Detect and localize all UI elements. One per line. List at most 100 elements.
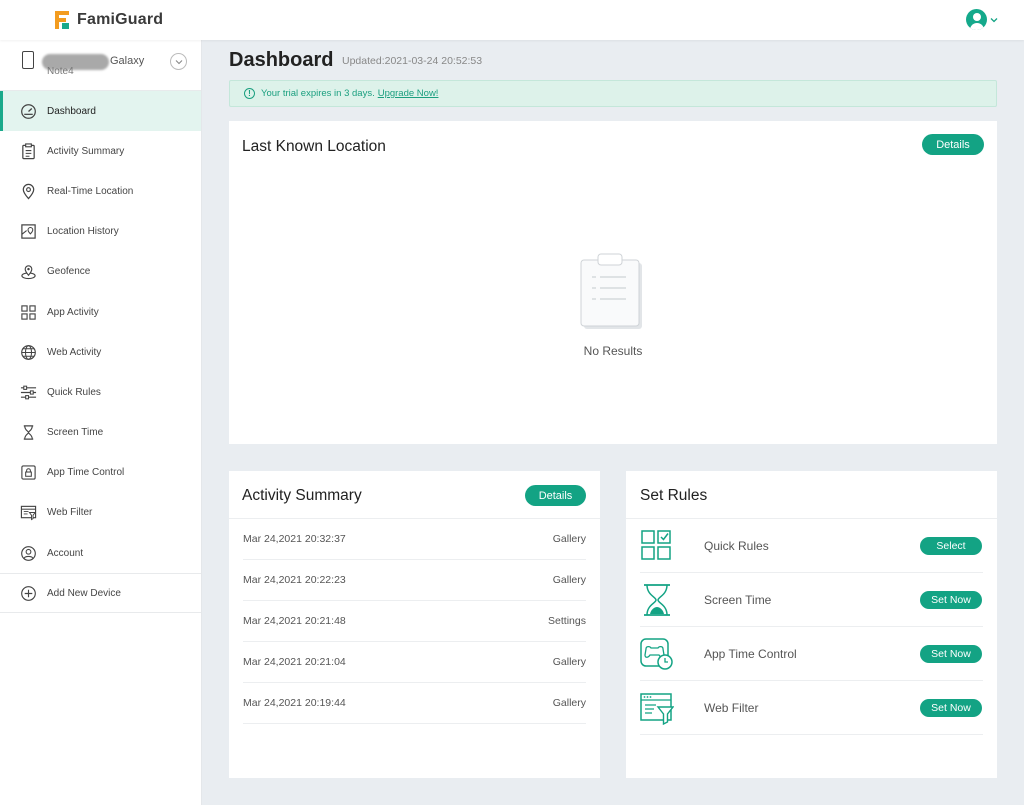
device-dropdown-toggle[interactable] bbox=[170, 53, 187, 70]
sidebar: Galaxy Note4 Dashboard Activity Summary … bbox=[0, 40, 202, 805]
app-grid-icon bbox=[20, 304, 37, 321]
trial-text: Your trial expires in 3 days. bbox=[261, 88, 375, 99]
activity-app: Gallery bbox=[552, 697, 586, 709]
web-filter-icon bbox=[20, 504, 37, 521]
rule-row-app-time-control: App Time Control Set Now bbox=[640, 627, 983, 681]
sidebar-item-label: Dashboard bbox=[47, 105, 96, 117]
top-bar: FamiGuard bbox=[0, 0, 1024, 40]
sidebar-item-label: Screen Time bbox=[47, 427, 104, 439]
sidebar-item-label: Account bbox=[47, 547, 84, 559]
sidebar-item-dashboard[interactable]: Dashboard bbox=[0, 91, 201, 132]
quick-rules-select-button[interactable]: Select bbox=[920, 537, 982, 555]
rule-label: Screen Time bbox=[704, 593, 772, 607]
activity-app: Settings bbox=[548, 615, 586, 627]
upgrade-now-link[interactable]: Upgrade Now! bbox=[378, 88, 439, 99]
set-rules-card: Set Rules Quick Rules Select Screen Time… bbox=[626, 471, 997, 778]
sidebar-nav: Dashboard Activity Summary Real-Time Loc… bbox=[0, 91, 201, 614]
sidebar-item-quick-rules[interactable]: Quick Rules bbox=[0, 372, 201, 412]
app-time-control-set-now-button[interactable]: Set Now bbox=[920, 645, 982, 663]
brand-name: FamiGuard bbox=[77, 11, 164, 28]
location-pin-icon bbox=[20, 183, 37, 200]
phone-icon bbox=[22, 51, 34, 69]
activity-app: Gallery bbox=[552, 574, 586, 586]
rule-label: App Time Control bbox=[704, 647, 797, 661]
screen-time-set-now-button[interactable]: Set Now bbox=[920, 591, 982, 609]
map-history-icon bbox=[20, 223, 37, 240]
sidebar-item-real-time-location[interactable]: Real-Time Location bbox=[0, 171, 201, 211]
sidebar-item-web-activity[interactable]: Web Activity bbox=[0, 332, 201, 372]
add-new-device-label: Add New Device bbox=[47, 587, 121, 599]
sidebar-item-app-activity[interactable]: App Activity bbox=[0, 292, 201, 332]
rule-row-quick-rules: Quick Rules Select bbox=[640, 519, 983, 573]
web-filter-icon bbox=[640, 693, 674, 725]
sidebar-item-account[interactable]: Account bbox=[0, 533, 201, 573]
sidebar-item-label: Web Filter bbox=[47, 507, 93, 519]
sidebar-item-label: Location History bbox=[47, 226, 119, 238]
user-avatar-icon[interactable] bbox=[966, 9, 987, 30]
chevron-down-icon[interactable] bbox=[990, 16, 998, 24]
sidebar-item-app-time-control[interactable]: App Time Control bbox=[0, 453, 201, 493]
sidebar-item-geofence[interactable]: Geofence bbox=[0, 252, 201, 292]
plus-circle-icon bbox=[20, 585, 37, 602]
table-row[interactable]: Mar 24,2021 20:21:48 Settings bbox=[243, 601, 586, 642]
globe-icon bbox=[20, 344, 37, 361]
table-row[interactable]: Mar 24,2021 20:21:04 Gallery bbox=[243, 642, 586, 683]
sidebar-item-label: Web Activity bbox=[47, 346, 102, 358]
famiguard-logo[interactable]: FamiGuard bbox=[53, 10, 163, 30]
app-time-control-icon bbox=[640, 638, 673, 670]
famiguard-logo-icon bbox=[55, 11, 69, 29]
geofence-icon bbox=[20, 263, 37, 280]
hourglass-icon bbox=[20, 424, 37, 441]
user-menu[interactable] bbox=[966, 9, 998, 30]
table-row[interactable]: Mar 24,2021 20:19:44 Gallery bbox=[243, 683, 586, 724]
rule-label: Web Filter bbox=[704, 701, 759, 715]
app-lock-icon bbox=[20, 464, 37, 481]
sidebar-item-activity-summary[interactable]: Activity Summary bbox=[0, 131, 201, 171]
hourglass-icon bbox=[644, 584, 670, 616]
empty-clipboard-icon bbox=[580, 253, 642, 329]
activity-time: Mar 24,2021 20:21:48 bbox=[243, 615, 346, 627]
device-model: Note4 bbox=[47, 66, 74, 77]
activity-summary-header: Activity Summary Details bbox=[229, 471, 600, 519]
clipboard-icon bbox=[20, 143, 37, 160]
add-new-device-button[interactable]: Add New Device bbox=[0, 573, 201, 614]
activity-time: Mar 24,2021 20:19:44 bbox=[243, 697, 346, 709]
sidebar-item-screen-time[interactable]: Screen Time bbox=[0, 413, 201, 453]
page-title: Dashboard bbox=[229, 49, 334, 71]
activity-app: Gallery bbox=[552, 656, 586, 668]
sidebar-item-label: App Activity bbox=[47, 306, 99, 318]
sidebar-item-label: App Time Control bbox=[47, 467, 125, 479]
sidebar-item-label: Real-Time Location bbox=[47, 185, 134, 197]
card-title: Set Rules bbox=[640, 487, 708, 504]
quick-rules-icon bbox=[641, 530, 671, 560]
no-results-text: No Results bbox=[583, 344, 643, 358]
web-filter-set-now-button[interactable]: Set Now bbox=[920, 699, 982, 717]
sidebar-item-label: Geofence bbox=[47, 266, 91, 278]
table-row[interactable]: Mar 24,2021 20:22:23 Gallery bbox=[243, 560, 586, 601]
activity-time: Mar 24,2021 20:22:23 bbox=[243, 574, 346, 586]
activity-app: Gallery bbox=[552, 533, 586, 545]
sidebar-item-web-filter[interactable]: Web Filter bbox=[0, 493, 201, 533]
updated-timestamp: Updated:2021-03-24 20:52:53 bbox=[342, 55, 483, 67]
activity-time: Mar 24,2021 20:21:04 bbox=[243, 656, 346, 668]
dashboard-gauge-icon bbox=[20, 103, 37, 120]
activity-time: Mar 24,2021 20:32:37 bbox=[243, 533, 346, 545]
device-name: Galaxy bbox=[110, 55, 145, 67]
device-selector[interactable]: Galaxy Note4 bbox=[0, 40, 201, 91]
activity-summary-card: Activity Summary Details Mar 24,2021 20:… bbox=[229, 471, 600, 778]
card-title: Last Known Location bbox=[242, 138, 386, 155]
chevron-down-icon bbox=[175, 59, 182, 64]
sidebar-item-label: Activity Summary bbox=[47, 145, 125, 157]
sidebar-item-label: Quick Rules bbox=[47, 386, 101, 398]
rule-row-web-filter: Web Filter Set Now bbox=[640, 681, 983, 735]
account-icon bbox=[20, 545, 37, 562]
sidebar-item-location-history[interactable]: Location History bbox=[0, 212, 201, 252]
rule-row-screen-time: Screen Time Set Now bbox=[640, 573, 983, 627]
location-details-button[interactable]: Details bbox=[922, 134, 984, 155]
table-row[interactable]: Mar 24,2021 20:32:37 Gallery bbox=[243, 519, 586, 560]
last-known-location-card: Last Known Location Details No Results bbox=[229, 121, 997, 444]
set-rules-header: Set Rules bbox=[626, 471, 997, 519]
trial-banner: ! Your trial expires in 3 days. Upgrade … bbox=[229, 80, 997, 107]
activity-details-button[interactable]: Details bbox=[525, 485, 586, 506]
sliders-icon bbox=[20, 384, 37, 401]
